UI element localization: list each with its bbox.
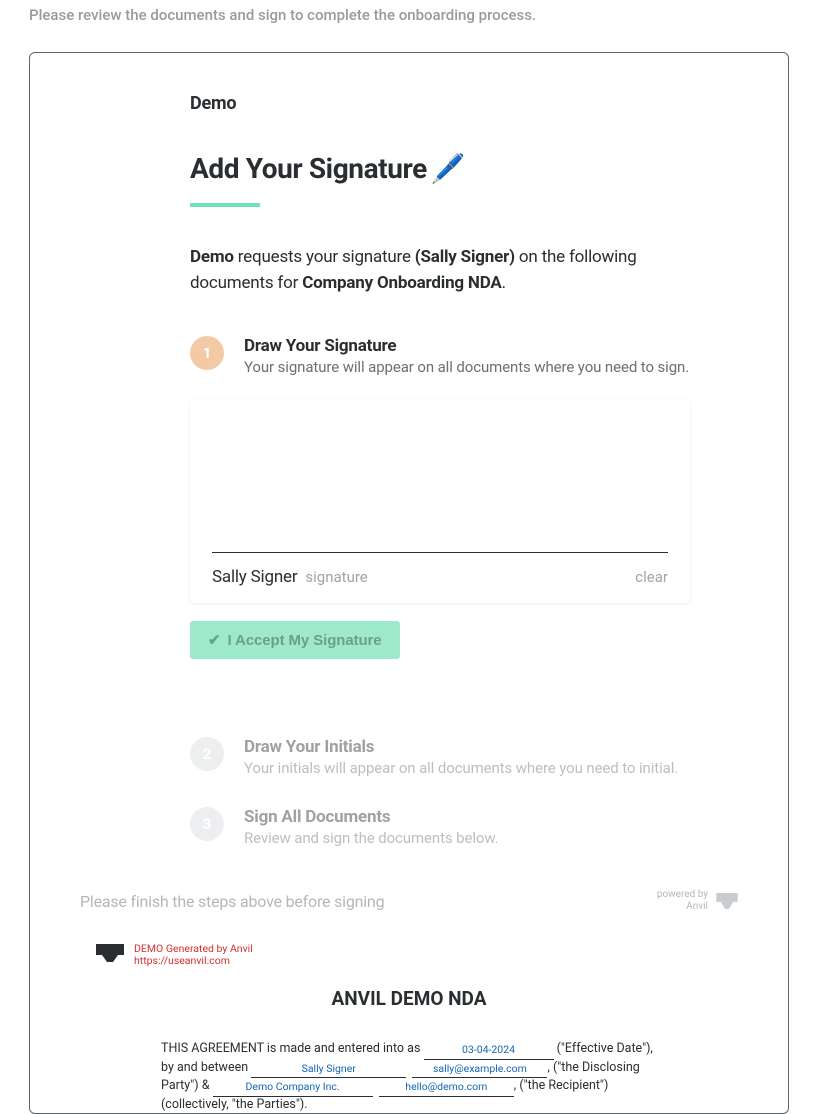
page-heading: Add Your Signature 🖊️ bbox=[190, 152, 708, 185]
powered-by: powered by Anvil bbox=[657, 889, 738, 913]
step-2-badge: 2 bbox=[190, 737, 224, 771]
main-card: Demo Add Your Signature 🖊️ Demo requests… bbox=[29, 52, 789, 1114]
finish-bar: Please finish the steps above before sig… bbox=[80, 889, 738, 913]
step-2-row: 2 Draw Your Initials Your initials will … bbox=[190, 737, 708, 777]
intro-t1: requests your signature bbox=[234, 247, 415, 267]
org-name: Demo bbox=[190, 93, 708, 114]
anvil-logo-icon bbox=[716, 893, 738, 909]
intro-paragraph: Demo requests your signature (Sally Sign… bbox=[190, 245, 670, 296]
clear-signature-link[interactable]: clear bbox=[635, 568, 668, 586]
step-1-badge: 1 bbox=[190, 336, 224, 370]
step-1-title: Draw Your Signature bbox=[244, 336, 689, 356]
doc-name1: Sally Signer bbox=[302, 1062, 356, 1075]
signature-box: Sally Signer signature clear bbox=[190, 400, 690, 603]
top-instruction: Please review the documents and sign to … bbox=[0, 0, 819, 24]
doc-name2: Demo Company Inc. bbox=[246, 1080, 340, 1093]
accept-button-label: I Accept My Signature bbox=[227, 632, 381, 649]
doc-email1: sally@example.com bbox=[433, 1062, 527, 1075]
anvil-logo-doc-icon bbox=[96, 944, 124, 962]
step-3-sub: Review and sign the documents below. bbox=[244, 829, 498, 847]
signature-pad[interactable] bbox=[212, 418, 668, 553]
finish-text: Please finish the steps above before sig… bbox=[80, 892, 384, 911]
doc-gen-line2: https://useanvil.com bbox=[134, 955, 253, 967]
doc-t1: THIS AGREEMENT is made and entered into … bbox=[161, 1041, 424, 1056]
heading-text: Add Your Signature bbox=[190, 152, 427, 185]
doc-date: 03-04-2024 bbox=[462, 1043, 515, 1056]
doc-body: THIS AGREEMENT is made and entered into … bbox=[96, 1040, 722, 1113]
step-3-title: Sign All Documents bbox=[244, 807, 498, 827]
powered-by-line2: Anvil bbox=[657, 901, 708, 913]
accept-signature-button[interactable]: ✔ I Accept My Signature bbox=[190, 621, 400, 659]
pen-icon: 🖊️ bbox=[431, 152, 465, 185]
powered-by-line1: powered by bbox=[657, 889, 708, 901]
step-1-sub: Your signature will appear on all docume… bbox=[244, 358, 689, 376]
intro-signer: (Sally Signer) bbox=[415, 247, 515, 267]
step-1-row: 1 Draw Your Signature Your signature wil… bbox=[190, 336, 708, 376]
doc-title: ANVIL DEMO NDA bbox=[96, 987, 722, 1010]
intro-end: . bbox=[502, 273, 506, 293]
signature-signer-name: Sally Signer bbox=[212, 567, 297, 587]
step-2-sub: Your initials will appear on all documen… bbox=[244, 759, 678, 777]
step-2-title: Draw Your Initials bbox=[244, 737, 678, 757]
signature-label: signature bbox=[305, 568, 367, 586]
heading-underline bbox=[190, 203, 260, 207]
intro-packet: Company Onboarding NDA bbox=[302, 273, 501, 293]
step-3-badge: 3 bbox=[190, 807, 224, 841]
step-3-row: 3 Sign All Documents Review and sign the… bbox=[190, 807, 708, 847]
doc-email2: hello@demo.com bbox=[405, 1080, 487, 1093]
intro-requester: Demo bbox=[190, 247, 234, 267]
check-icon: ✔ bbox=[208, 631, 220, 649]
document-preview: DEMO Generated by Anvil https://useanvil… bbox=[80, 933, 738, 1113]
